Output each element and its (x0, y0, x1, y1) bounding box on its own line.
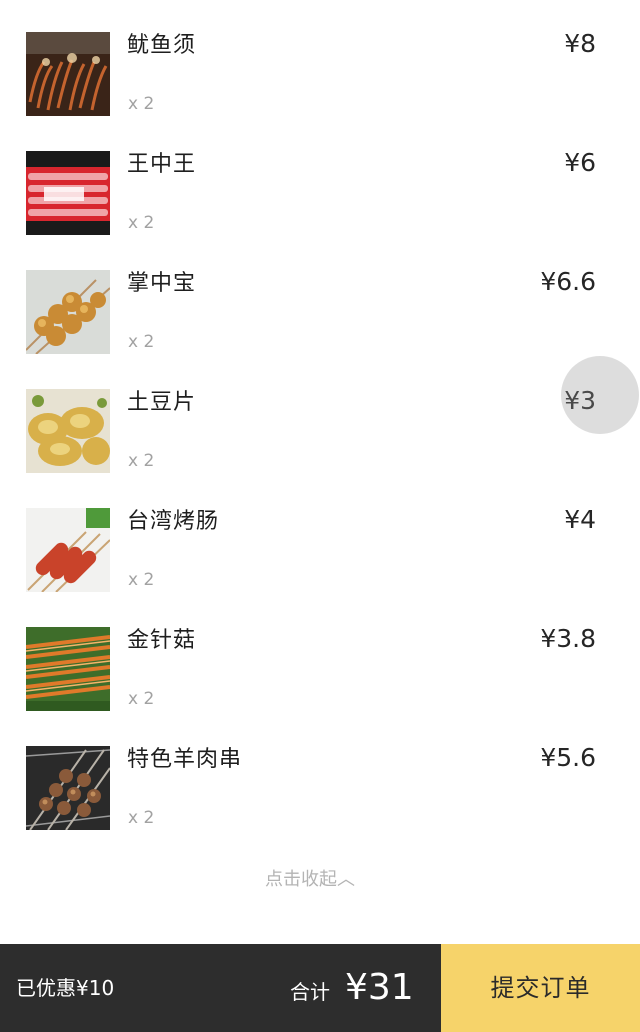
order-item: 金针菇 x 2 ¥3.8 (0, 595, 640, 714)
item-name: 金针菇 (127, 628, 197, 653)
item-quantity: x 2 (128, 570, 155, 590)
item-price: ¥6.6 (540, 267, 596, 296)
item-quantity: x 2 (128, 213, 155, 233)
item-quantity: x 2 (128, 689, 155, 709)
collapse-list-link[interactable]: 点击收起︿ (0, 866, 620, 894)
order-item: 鱿鱼须 x 2 ¥8 (0, 0, 640, 119)
item-name: 鱿鱼须 (127, 33, 197, 58)
order-item: 台湾烤肠 x 2 ¥4 (0, 476, 640, 595)
item-price: ¥3.8 (540, 624, 596, 653)
item-name: 王中王 (127, 152, 197, 177)
item-quantity: x 2 (128, 808, 155, 828)
item-price: ¥6 (564, 148, 596, 177)
order-summary-screen: 鱿鱼须 x 2 ¥8 王中王 x 2 ¥6 掌中宝 x 2 ¥6.6 土豆片 x… (0, 0, 640, 1032)
order-item: 特色羊肉串 x 2 ¥5.6 (0, 714, 640, 833)
lamb-skewer-image (26, 746, 110, 830)
item-quantity: x 2 (128, 332, 155, 352)
order-item: 土豆片 x 2 ¥3 (0, 357, 640, 476)
item-name: 土豆片 (127, 390, 197, 415)
total-label: 合计 (290, 980, 330, 1004)
total-amount: ¥31 (345, 967, 414, 1008)
potato-slice-image (26, 389, 110, 473)
submit-order-button[interactable]: 提交订单 (441, 944, 640, 1032)
touch-indicator (561, 356, 639, 434)
item-quantity: x 2 (128, 94, 155, 114)
order-item: 王中王 x 2 ¥6 (0, 119, 640, 238)
item-price: ¥8 (564, 29, 596, 58)
checkout-bar: 已优惠¥10 合计 ¥31 提交订单 (0, 944, 640, 1032)
item-name: 台湾烤肠 (127, 509, 220, 534)
chicken-cartilage-image (26, 270, 110, 354)
order-item: 掌中宝 x 2 ¥6.6 (0, 238, 640, 357)
sausage-package-image (26, 151, 110, 235)
taiwan-sausage-image (26, 508, 110, 592)
item-price: ¥4 (564, 505, 596, 534)
item-name: 掌中宝 (127, 271, 197, 296)
enoki-mushroom-image (26, 627, 110, 711)
item-name: 特色羊肉串 (127, 747, 243, 772)
grilled-squid-image (26, 32, 110, 116)
discount-text: 已优惠¥10 (16, 976, 115, 1000)
item-quantity: x 2 (128, 451, 155, 471)
item-price: ¥5.6 (540, 743, 596, 772)
